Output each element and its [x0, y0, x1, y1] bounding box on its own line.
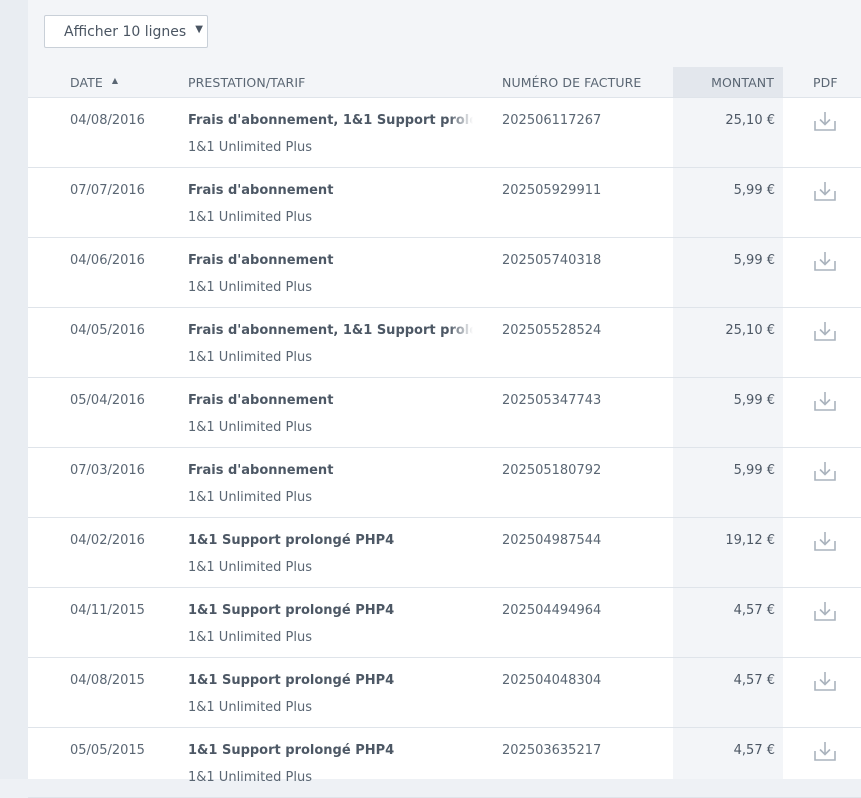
row-tariff: 1&1 Unlimited Plus: [188, 630, 313, 645]
download-icon[interactable]: [813, 740, 837, 762]
row-date: 04/08/2016: [70, 113, 145, 128]
row-tariff: 1&1 Unlimited Plus: [188, 140, 313, 155]
row-date: 04/08/2015: [70, 673, 145, 688]
row-amount: 5,99 €: [733, 393, 775, 408]
row-amount: 25,10 €: [725, 323, 775, 338]
row-tariff: 1&1 Unlimited Plus: [188, 420, 313, 435]
table-row: 04/11/2015 1&1 Support prolongé PHP4 1&1 U…: [0, 588, 861, 658]
download-icon[interactable]: [813, 600, 837, 622]
row-prestation: Frais d'abonnement: [188, 253, 334, 268]
row-date: 04/05/2016: [70, 323, 145, 338]
table-row: 04/05/2016 Frais d'abonnement, 1&1 Suppor…: [0, 308, 861, 378]
column-header-pdf-label: PDF: [813, 75, 838, 90]
download-icon[interactable]: [813, 320, 837, 342]
rows-per-page-value: Afficher 10 lignes: [64, 24, 187, 40]
row-prestation: 1&1 Support prolongé PHP4: [188, 533, 395, 548]
dropdown-caret-icon: ▼: [195, 24, 203, 35]
row-tariff: 1&1 Unlimited Plus: [188, 210, 313, 225]
row-invoice-number: 202504494964: [502, 603, 602, 618]
row-invoice-number: 202505929911: [502, 183, 602, 198]
row-prestation: Frais d'abonnement, 1&1 Support prolongé…: [188, 323, 473, 338]
row-prestation: Frais d'abonnement: [188, 463, 334, 478]
column-header-invoice-number[interactable]: NUMÉRO DE FACTURE: [502, 67, 641, 98]
download-icon[interactable]: [813, 530, 837, 552]
column-header-prestation[interactable]: PRESTATION/TARIF: [188, 67, 305, 98]
row-date: 04/06/2016: [70, 253, 145, 268]
download-icon[interactable]: [813, 180, 837, 202]
download-icon[interactable]: [813, 670, 837, 692]
table-row: 07/07/2016 Frais d'abonnement 1&1 Unlimite…: [0, 168, 861, 238]
row-date: 04/02/2016: [70, 533, 145, 548]
row-amount: 25,10 €: [725, 113, 775, 128]
row-invoice-number: 202504048304: [502, 673, 602, 688]
row-tariff: 1&1 Unlimited Plus: [188, 700, 313, 715]
row-tariff: 1&1 Unlimited Plus: [188, 560, 313, 575]
row-tariff: 1&1 Unlimited Plus: [188, 490, 313, 505]
row-amount: 5,99 €: [733, 183, 775, 198]
table-row: 07/03/2016 Frais d'abonnement 1&1 Unlimite…: [0, 448, 861, 518]
row-tariff: 1&1 Unlimited Plus: [188, 350, 313, 365]
table-row: 04/02/2016 1&1 Support prolongé PHP4 1&1 U…: [0, 518, 861, 588]
column-header-date[interactable]: DATE ▲: [70, 67, 118, 98]
column-header-amount-label: MONTANT: [711, 75, 774, 90]
column-header-pdf: PDF: [813, 67, 838, 98]
row-amount: 19,12 €: [725, 533, 775, 548]
row-prestation: 1&1 Support prolongé PHP4: [188, 673, 395, 688]
table-row: 04/08/2016 Frais d'abonnement, 1&1 Suppor…: [0, 98, 861, 168]
column-header-prestation-label: PRESTATION/TARIF: [188, 75, 306, 90]
table-row: 04/08/2015 1&1 Support prolongé PHP4 1&1 U…: [0, 658, 861, 728]
row-date: 05/05/2015: [70, 743, 145, 758]
row-tariff: 1&1 Unlimited Plus: [188, 770, 313, 785]
row-date: 07/03/2016: [70, 463, 145, 478]
row-prestation: 1&1 Support prolongé PHP4: [188, 743, 395, 758]
column-header-invoice-number-label: NUMÉRO DE FACTURE: [502, 75, 642, 90]
sort-ascending-icon: ▲: [111, 76, 119, 85]
table-row: 05/05/2015 1&1 Support prolongé PHP4 1&1 U…: [0, 728, 861, 798]
row-invoice-number: 202505528524: [502, 323, 602, 338]
row-invoice-number: 202505347743: [502, 393, 602, 408]
column-header-date-label: DATE: [70, 75, 103, 90]
row-prestation: 1&1 Support prolongé PHP4: [188, 603, 395, 618]
rows-per-page-select[interactable]: Afficher 10 lignes ▼: [44, 15, 208, 48]
download-icon[interactable]: [813, 250, 837, 272]
row-prestation: Frais d'abonnement: [188, 393, 334, 408]
row-invoice-number: 202504987544: [502, 533, 602, 548]
download-icon[interactable]: [813, 390, 837, 412]
column-header-amount[interactable]: MONTANT: [673, 67, 783, 98]
row-date: 04/11/2015: [70, 603, 145, 618]
download-icon[interactable]: [813, 460, 837, 482]
row-amount: 4,57 €: [733, 603, 775, 618]
row-invoice-number: 202505740318: [502, 253, 602, 268]
row-tariff: 1&1 Unlimited Plus: [188, 280, 313, 295]
row-invoice-number: 202503635217: [502, 743, 602, 758]
row-amount: 4,57 €: [733, 743, 775, 758]
row-invoice-number: 202505180792: [502, 463, 602, 478]
row-amount: 4,57 €: [733, 673, 775, 688]
row-amount: 5,99 €: [733, 463, 775, 478]
row-date: 07/07/2016: [70, 183, 145, 198]
table-row: 05/04/2016 Frais d'abonnement 1&1 Unlimite…: [0, 378, 861, 448]
row-amount: 5,99 €: [733, 253, 775, 268]
row-date: 05/04/2016: [70, 393, 145, 408]
download-icon[interactable]: [813, 110, 837, 132]
row-invoice-number: 202506117267: [502, 113, 602, 128]
row-prestation: Frais d'abonnement, 1&1 Support prolongé…: [188, 113, 473, 128]
row-prestation: Frais d'abonnement: [188, 183, 334, 198]
table-row: 04/06/2016 Frais d'abonnement 1&1 Unlimite…: [0, 238, 861, 308]
